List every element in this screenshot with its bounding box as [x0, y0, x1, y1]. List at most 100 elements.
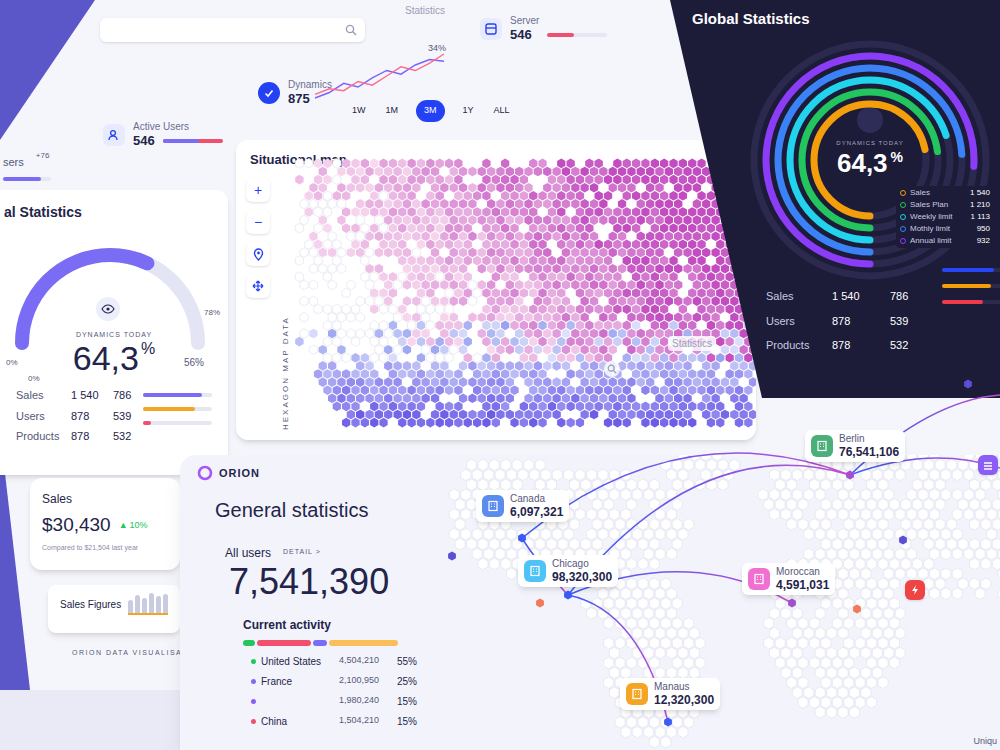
legend-label: Sales — [910, 188, 966, 198]
level-bar-track — [143, 421, 212, 425]
period-tab[interactable]: 1W — [350, 100, 368, 122]
dynamics-peak: 34% — [428, 42, 446, 56]
row-value: 878 — [71, 408, 113, 425]
legend-row: Sales 1 540 — [900, 188, 990, 198]
gauge-caption: DYNAMICS TODAY — [76, 331, 152, 338]
lower-statistics-tab[interactable]: Statistics — [668, 336, 716, 351]
legend-label: Mothly limit — [910, 224, 973, 234]
period-tab[interactable]: 3M — [416, 100, 445, 122]
situational-map-card: Situational map + − HEXAGON MAP DATA — [236, 140, 756, 440]
gauge-tick: 0% — [28, 373, 40, 385]
figure-bar — [149, 593, 154, 613]
gauge-value: 64,3 — [73, 341, 139, 375]
country-value: 4,504,210 — [339, 654, 387, 668]
dynamics-label: Dynamics — [288, 80, 332, 90]
row-label: Sales — [766, 288, 832, 305]
activity-segment — [329, 640, 398, 646]
activity-bar — [243, 640, 398, 646]
country-name: China — [261, 714, 339, 729]
gauge-unit: % — [141, 341, 155, 357]
period-tab[interactable]: 1Y — [461, 100, 476, 122]
search-field[interactable] — [100, 18, 365, 42]
zoom-out-button[interactable]: − — [246, 210, 270, 234]
building-icon — [748, 568, 770, 590]
country-name: France — [261, 674, 339, 689]
legend-dot — [900, 226, 906, 232]
active-users-track — [163, 139, 223, 143]
sales-value: $30,430 — [42, 511, 111, 540]
legend-dot — [900, 190, 906, 196]
lower-search-button[interactable] — [604, 361, 620, 377]
pin-city: Berlin — [839, 434, 899, 444]
figure-bar — [135, 595, 140, 613]
general-title: General statistics — [215, 498, 430, 522]
locate-button[interactable] — [246, 242, 270, 266]
map-pin[interactable]: Berlin76,541,106 — [805, 430, 905, 462]
pin-city: Manaus — [654, 682, 714, 692]
server-bar-fill — [547, 33, 574, 37]
gauge-tick: 0% — [6, 357, 18, 369]
map-pin[interactable]: Moroccan4,591,031 — [742, 563, 835, 595]
row-value: 532 — [890, 337, 930, 354]
sales-note: Compared to $21,504 last year — [42, 543, 168, 554]
statistics-card: al Statistics DYNAMICS TODAY 64,3 % 0% 0… — [0, 190, 228, 475]
map-pin[interactable]: Chicago98,320,300 — [518, 555, 618, 587]
active-users-stat: Active Users 546 — [103, 122, 223, 147]
eye-icon — [96, 297, 120, 321]
legend-dot — [900, 214, 906, 220]
activity-title: Current activity — [243, 616, 430, 634]
sales-title: Sales — [42, 490, 168, 508]
stack-icon — [983, 459, 993, 471]
country-dot — [251, 719, 256, 724]
legend-dot — [900, 202, 906, 208]
map-pin[interactable]: Manaus12,320,300 — [620, 678, 720, 710]
country-share: 15% — [387, 714, 417, 729]
server-value: 546 — [510, 28, 539, 41]
country-share: 25% — [387, 674, 417, 689]
pan-button[interactable] — [246, 274, 270, 298]
global-table: Sales1 540786Users878539Products878532 — [766, 288, 930, 354]
location-pin-icon — [253, 248, 264, 261]
dynamics-check-icon — [258, 82, 280, 104]
statistics-card-title: al Statistics — [4, 202, 212, 223]
server-stat: Server 546 — [480, 16, 607, 41]
activity-segment — [313, 640, 328, 646]
statistics-table: Sales1 540786Users878539Products878532 — [16, 387, 143, 445]
figure-bar — [142, 598, 147, 613]
pin-city: Canada — [510, 494, 563, 504]
building-icon — [811, 435, 833, 457]
marker[interactable] — [978, 455, 998, 475]
ring-arc — [766, 56, 974, 264]
country-value: 1,980,240 — [339, 694, 387, 708]
stage: Statistics Server 546 Dynamics 875 34% A… — [0, 0, 1000, 750]
detail-link[interactable]: DETAIL > — [283, 547, 321, 558]
legend-label: Sales Plan — [910, 200, 966, 210]
statistics-bars — [143, 393, 212, 425]
server-icon — [480, 18, 502, 40]
users-icon — [103, 124, 125, 146]
country-name — [261, 694, 339, 709]
global-title: Global Statistics — [692, 8, 810, 31]
statistics-tab[interactable]: Statistics — [405, 3, 445, 18]
alert-marker[interactable] — [905, 580, 925, 600]
level-bar-track — [942, 284, 1000, 288]
zoom-in-button[interactable]: + — [246, 178, 270, 202]
row-value: 786 — [113, 387, 143, 404]
corner-label: Uniqu — [973, 735, 997, 749]
active-users-label: Active Users — [133, 122, 223, 132]
global-readout: DYNAMICS TODAY 64,3 % — [810, 140, 930, 176]
map-axis-label: HEXAGON MAP DATA — [280, 316, 292, 430]
period-tab[interactable]: 1M — [384, 100, 401, 122]
hexagon-heatmap[interactable] — [294, 158, 756, 430]
legend-row: Annual limit932 — [900, 236, 990, 246]
period-tab[interactable]: ALL — [492, 100, 512, 122]
row-value: 539 — [890, 313, 930, 330]
legend-value: 1 540 — [970, 188, 990, 198]
sales-figures-chart — [128, 593, 168, 615]
dynamics-sparkline — [312, 48, 447, 103]
legend-value: 932 — [977, 236, 990, 246]
global-unit: % — [891, 150, 903, 164]
map-pin[interactable]: Canada6,097,321 — [476, 490, 569, 522]
legend-row: Sales Plan1 210 — [900, 200, 990, 210]
row-label: Products — [766, 337, 832, 354]
